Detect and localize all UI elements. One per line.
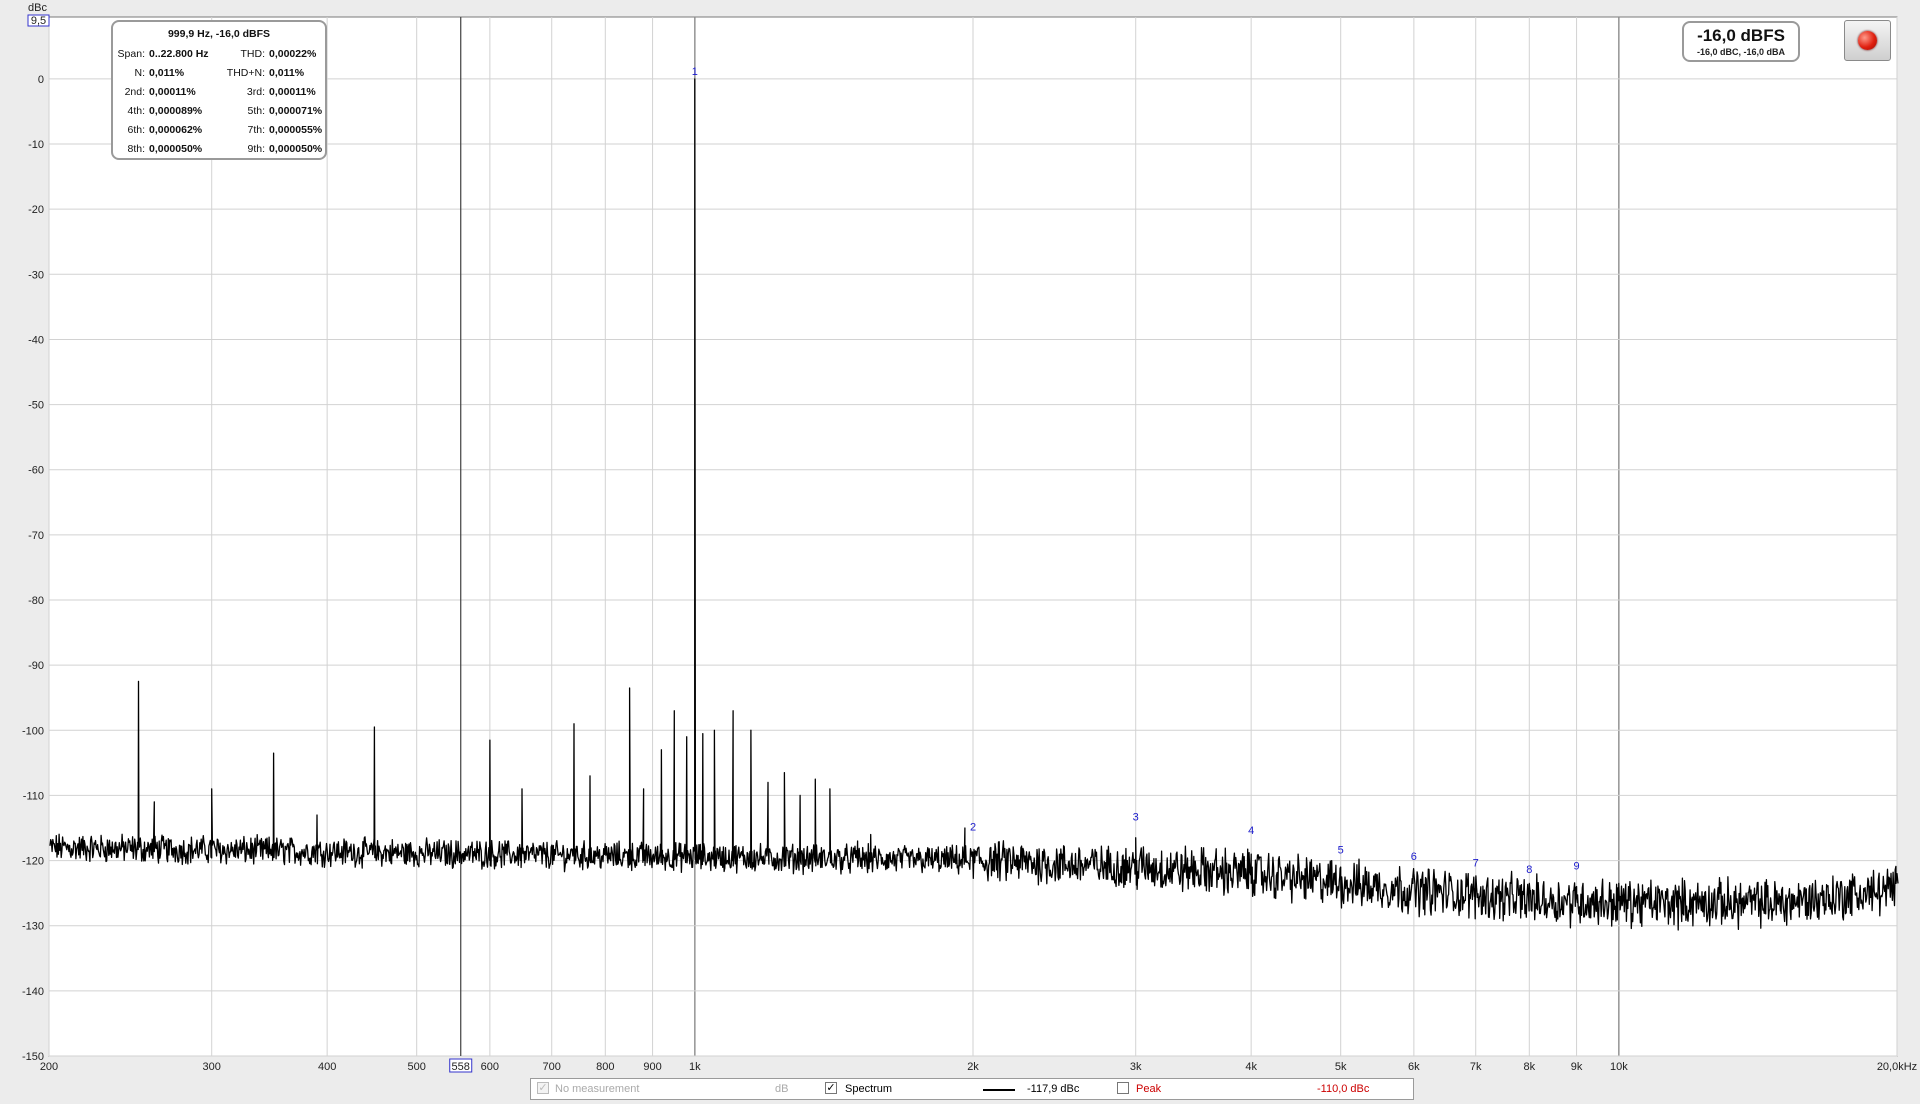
- x-tick-label: 900: [643, 1061, 661, 1073]
- x-tick-label: 600: [481, 1061, 499, 1073]
- x-tick-label: 300: [203, 1061, 221, 1073]
- x-tick-label: 7k: [1470, 1061, 1482, 1073]
- x-tick-label: 3k: [1130, 1061, 1142, 1073]
- y-max-box[interactable]: 9,5: [27, 14, 50, 27]
- harmonic-label: 5: [1338, 844, 1344, 856]
- x-tick-label: 2k: [967, 1061, 979, 1073]
- spectrum-value: -117,9 dBc: [1027, 1083, 1080, 1095]
- h6-label: 6th:: [127, 123, 145, 136]
- peak-value: -110,0 dBc: [1317, 1083, 1370, 1095]
- record-button[interactable]: [1844, 20, 1891, 61]
- thdn-label: THD+N:: [226, 66, 265, 79]
- thdn-value: 0,011%: [269, 66, 305, 79]
- x-tick-label: 6k: [1408, 1061, 1420, 1073]
- legend-bar: ✓ No measurement dB ✓ Spectrum -117,9 dB…: [530, 1078, 1414, 1100]
- y-tick-label: -100: [22, 725, 44, 737]
- level-sub-values: -16,0 dBC, -16,0 dBA: [1696, 47, 1786, 57]
- harmonic-label: 7: [1473, 857, 1479, 869]
- h2-label: 2nd:: [124, 85, 145, 98]
- span-label: Span:: [117, 47, 145, 60]
- h7-label: 7th:: [247, 123, 265, 136]
- x-tick-label: 500: [408, 1061, 426, 1073]
- y-tick-label: -30: [28, 269, 44, 281]
- y-max-label: 9,5: [31, 15, 46, 27]
- h6-value: 0,000062%: [149, 123, 203, 136]
- harmonic-label: 9: [1574, 861, 1580, 873]
- h2-value: 0,00011%: [149, 85, 196, 98]
- y-tick-label: -90: [28, 660, 44, 672]
- thd-label: THD:: [240, 47, 266, 60]
- x-tick-label: 700: [543, 1061, 561, 1073]
- h8-value: 0,000050%: [149, 142, 203, 155]
- x-tick-label: 20,0kHz: [1877, 1061, 1917, 1073]
- x-tick-label: 1k: [689, 1061, 701, 1073]
- x-tick-label: 200: [40, 1061, 58, 1073]
- y-tick-label: -80: [28, 595, 44, 607]
- y-tick-label: -130: [22, 921, 44, 933]
- x-tick-label: 800: [596, 1061, 614, 1073]
- span-value: 0..22.800 Hz: [149, 47, 209, 60]
- h3-value: 0,00011%: [269, 85, 316, 98]
- h9-label: 9th:: [247, 142, 265, 155]
- y-tick-label: -40: [28, 334, 44, 346]
- spectrum-checkbox[interactable]: ✓: [825, 1082, 837, 1094]
- peak-checkbox[interactable]: [1117, 1082, 1129, 1094]
- x-axis-ticks: 200 300 400 500 600 700 800 900 1k 2k 3k 4k 5k 6k 7k 8k…: [40, 1061, 1917, 1073]
- db-unit-label: dB: [775, 1083, 789, 1095]
- h5-value: 0,000071%: [269, 104, 323, 117]
- y-tick-label: -20: [28, 204, 44, 216]
- y-tick-label: -70: [28, 530, 44, 542]
- h5-label: 5th:: [247, 104, 265, 117]
- x-tick-label: 5k: [1335, 1061, 1347, 1073]
- n-label: N:: [134, 66, 146, 79]
- x-tick-label: 9k: [1571, 1061, 1583, 1073]
- spectrum-line-swatch: [983, 1089, 1015, 1091]
- y-tick-label: -60: [28, 465, 44, 477]
- harmonic-label: 1: [692, 66, 698, 78]
- y-tick-label: -110: [23, 790, 44, 802]
- y-tick-label: -10: [28, 139, 44, 151]
- h4-value: 0,000089%: [149, 104, 203, 117]
- x-tick-label: 400: [318, 1061, 336, 1073]
- h3-label: 3rd:: [246, 85, 265, 98]
- level-main-value: -16,0 dBFS: [1697, 26, 1785, 45]
- spectrum-plot[interactable]: 0 -10 -20 -30 -40 -50 -60 -70 -80 -90 -100 -110 -120…: [0, 0, 1920, 1080]
- x-tick-label: 8k: [1523, 1061, 1535, 1073]
- cursor-label: 558: [452, 1061, 470, 1073]
- y-axis-unit: dBc: [28, 2, 47, 14]
- harmonic-label: 2: [970, 822, 976, 834]
- harmonic-label: 8: [1526, 864, 1532, 876]
- distortion-info-box[interactable]: 999,9 Hz, -16,0 dBFS Span: 0..22.800 Hz T…: [111, 20, 327, 160]
- harmonic-label: 4: [1248, 825, 1254, 837]
- y-axis-ticks: 0 -10 -20 -30 -40 -50 -60 -70 -80 -90 -100 -110 -120…: [22, 74, 44, 1063]
- y-tick-label: -120: [22, 856, 44, 868]
- h4-label: 4th:: [127, 104, 145, 117]
- info-header: 999,9 Hz, -16,0 dBFS: [167, 28, 271, 40]
- y-tick-label: -50: [28, 400, 44, 412]
- n-value: 0,011%: [149, 66, 185, 79]
- peak-label: Peak: [1136, 1083, 1162, 1095]
- h8-label: 8th:: [127, 142, 145, 155]
- thd-value: 0,00022%: [269, 47, 317, 60]
- x-tick-label: 4k: [1245, 1061, 1257, 1073]
- harmonic-label: 3: [1133, 812, 1139, 824]
- y-tick-label: 0: [38, 74, 44, 86]
- h9-value: 0,000050%: [269, 142, 323, 155]
- h7-value: 0,000055%: [269, 123, 323, 136]
- x-tick-label: 10k: [1610, 1061, 1628, 1073]
- harmonic-label: 6: [1411, 851, 1417, 863]
- level-readout[interactable]: -16,0 dBFS -16,0 dBC, -16,0 dBA: [1682, 21, 1800, 62]
- y-tick-label: -140: [22, 986, 44, 998]
- spectrum-label: Spectrum: [845, 1083, 893, 1095]
- no-measurement-checkbox[interactable]: ✓: [537, 1082, 549, 1094]
- no-measurement-label: No measurement: [555, 1083, 640, 1095]
- record-icon: [1858, 31, 1877, 50]
